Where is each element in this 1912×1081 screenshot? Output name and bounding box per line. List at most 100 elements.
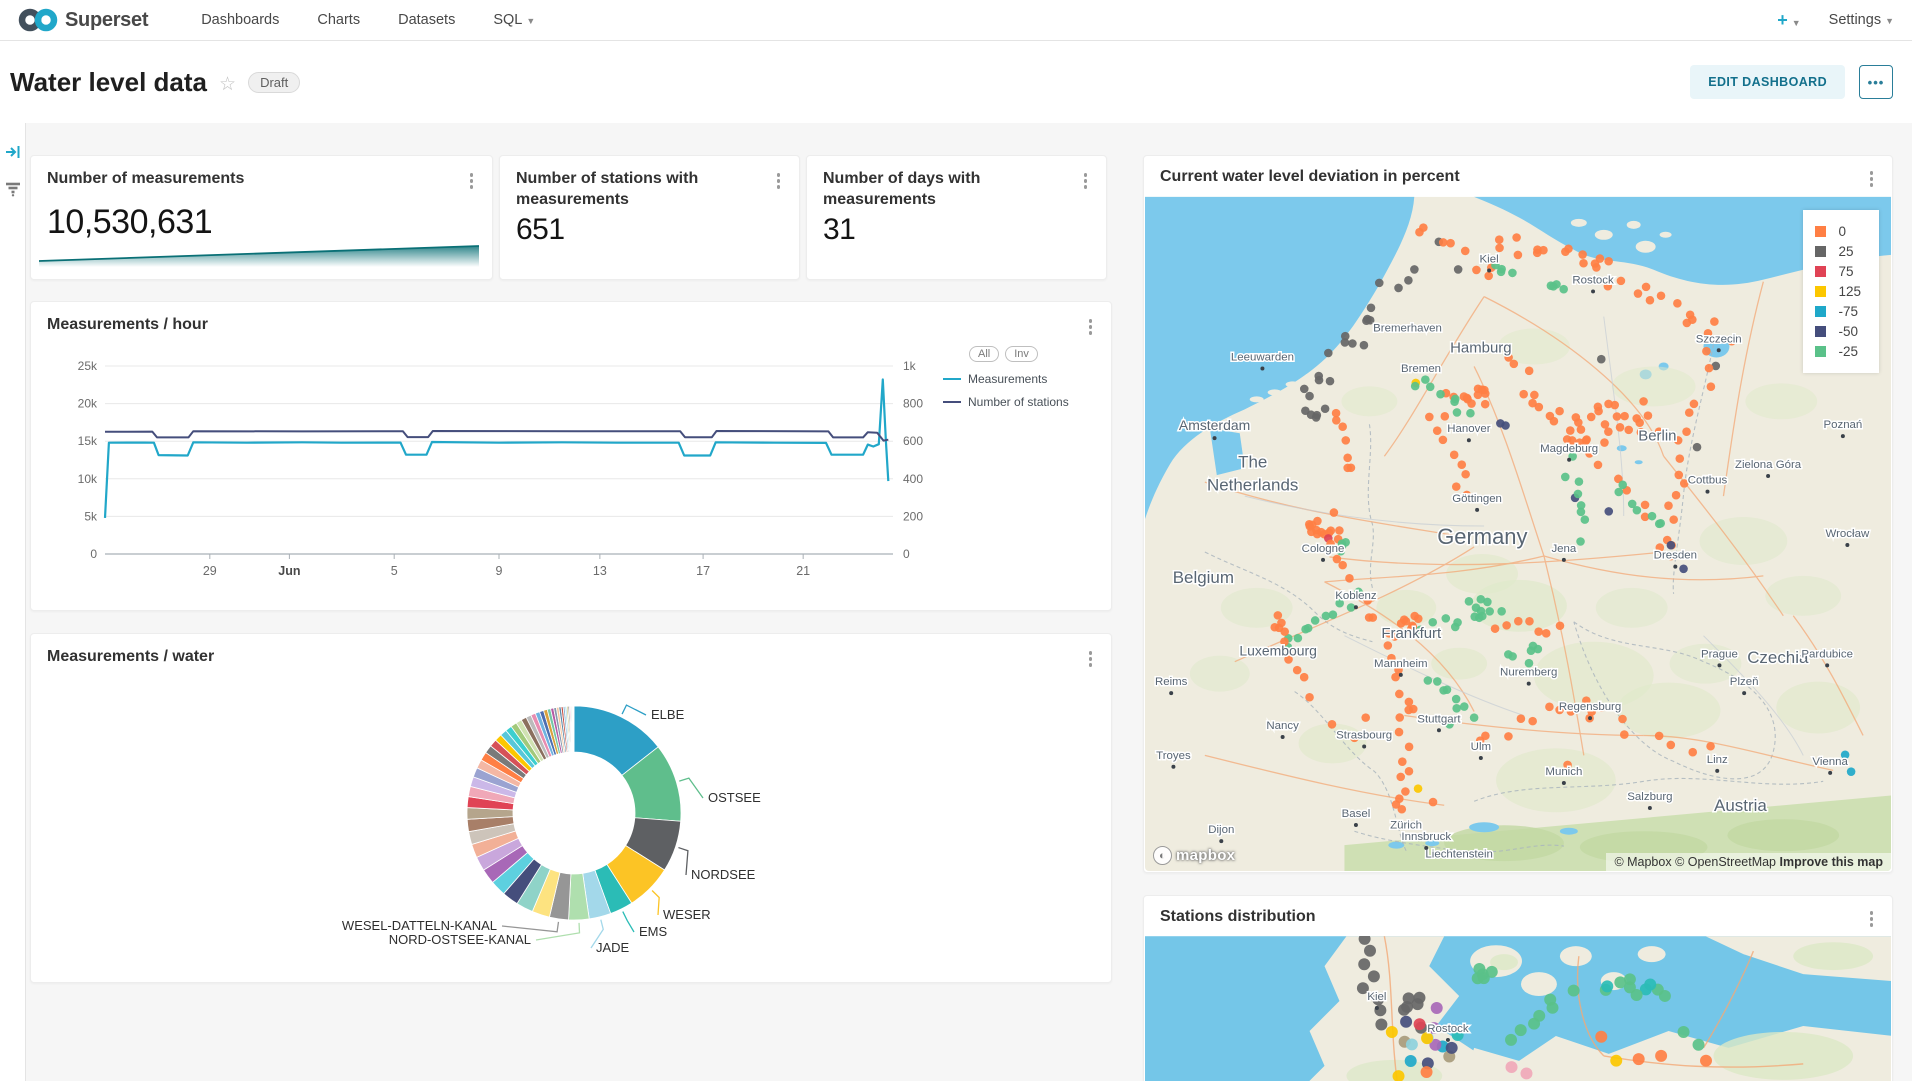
more-options-button[interactable]: ••• [1859,65,1893,99]
map-dot [1528,717,1537,726]
map-dot [1634,289,1643,298]
map-dot [1485,607,1494,616]
new-item-button[interactable]: +▼ [1777,10,1800,31]
map-dot [1539,246,1548,255]
map-dot [1685,408,1694,417]
improve-map-link[interactable]: Improve this map [1780,855,1884,869]
legend-item-number-of-stations[interactable]: Number of stations [943,395,1093,409]
superset-logo[interactable]: Superset [18,8,148,32]
map-dot [1601,420,1610,429]
map-dot [1460,702,1469,711]
map-city-label: Kiel [1480,253,1499,265]
map-dot [1529,642,1538,651]
map-dot [1452,695,1461,704]
expand-filter-bar-icon[interactable] [5,145,21,159]
edit-dashboard-button[interactable]: EDIT DASHBOARD [1690,65,1845,99]
mapbox-logo[interactable]: ◐ mapbox [1153,846,1235,865]
map-dot [1545,703,1554,712]
map-dot [1497,265,1506,274]
series-swatch [943,401,961,403]
map-dot [1519,390,1528,399]
map-dot [1597,355,1606,364]
map-dot [1313,517,1322,526]
legend-item-measurements[interactable]: Measurements [943,372,1093,386]
legend-label: 25 [1838,244,1853,259]
favorite-star-icon[interactable]: ☆ [219,73,236,96]
nav-item-sql[interactable]: SQL▼ [474,12,554,28]
map-dot [1314,372,1323,381]
map-dot [1579,259,1588,268]
card-menu-kebab-icon[interactable] [1865,167,1879,191]
kpi-value: 651 [500,211,799,247]
hour-chart-card: Measurements / hour 005k20010k40015k6002… [30,301,1112,611]
map-dot [1453,618,1462,627]
map-dot [1693,443,1702,452]
map-city-label: Vienna [1812,756,1848,768]
map-dot [1632,414,1641,423]
chevron-down-icon: ▼ [1885,16,1894,26]
map-dot [1300,385,1309,394]
card-menu-kebab-icon[interactable] [1079,169,1093,193]
map-dot [1672,491,1681,500]
svg-text:15k: 15k [78,434,98,448]
map-city-label: Regensburg [1559,701,1621,713]
map-dot [1304,624,1313,633]
map-dot [1398,805,1407,814]
card-title: Number of measurements [47,169,244,190]
map-city-label: Göttingen [1452,493,1502,505]
map-dot [1439,436,1448,445]
card-menu-kebab-icon[interactable] [1084,647,1098,671]
deviation-map[interactable]: LeeuwardenAmsterdamTheNetherlandsKielBre… [1145,196,1891,871]
legend-select-all-button[interactable]: All [969,346,999,362]
map-dot [1556,621,1565,630]
map-dot [1461,470,1470,479]
card-menu-kebab-icon[interactable] [465,169,479,193]
card-menu-kebab-icon[interactable] [1084,315,1098,339]
map-dot [1396,773,1405,782]
top-navbar: Superset Dashboards Charts Datasets SQL▼… [0,0,1912,41]
map-city-label: Magdeburg [1540,443,1598,455]
map-dot [1386,1026,1398,1038]
osm-attribution-link[interactable]: © OpenStreetMap [1675,855,1776,869]
map-city-label: Jena [1551,543,1576,555]
map-dot [1659,990,1671,1002]
settings-menu[interactable]: Settings▼ [1829,12,1894,28]
map-dot [1669,515,1678,524]
map-dot [1375,279,1384,288]
map-city-label: Bremen [1401,363,1441,375]
map-dot [1566,426,1575,435]
map-dot [1604,507,1613,516]
map-dot [1508,652,1517,661]
map-dot [1646,296,1655,305]
map-dot [1470,713,1479,722]
map-dot [1508,269,1517,278]
map-city-label: Rostock [1427,1023,1469,1035]
legend-invert-button[interactable]: Inv [1005,346,1038,362]
map-dot [1594,461,1603,470]
map-dot [1450,451,1459,460]
map-dot [1581,515,1590,524]
nav-item-datasets[interactable]: Datasets [379,12,474,28]
deviation-map-card: Current water level deviation in percent [1143,155,1893,873]
map-dot [1411,382,1420,391]
legend-swatch [1815,326,1826,337]
map-city-label: Czechia [1747,648,1809,667]
map-city-label: Austria [1714,796,1767,815]
stations-map[interactable]: KielRostock [1145,936,1891,1081]
map-dot [1592,263,1601,272]
map-dot [1414,1018,1426,1030]
map-dot [1657,291,1666,300]
map-dot [1561,473,1570,482]
nav-item-dashboards[interactable]: Dashboards [182,12,298,28]
card-menu-kebab-icon[interactable] [1865,907,1879,931]
map-dot [1707,382,1716,391]
map-city-label: Hamburg [1450,339,1512,356]
filter-icon[interactable] [5,181,21,197]
map-city-label: Luxembourg [1239,642,1317,658]
map-dot [1395,794,1404,803]
map-dot [1465,597,1474,606]
nav-item-charts[interactable]: Charts [298,12,379,28]
mapbox-attribution-link[interactable]: © Mapbox [1614,855,1671,869]
card-menu-kebab-icon[interactable] [772,169,786,193]
map-city-label: Berlin [1638,427,1676,444]
